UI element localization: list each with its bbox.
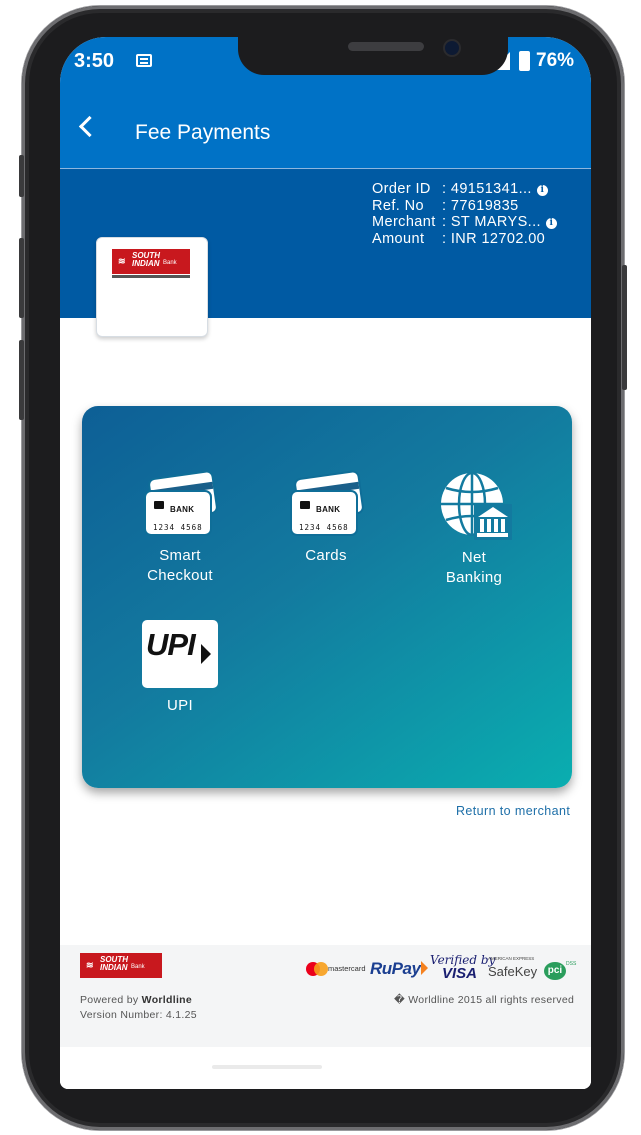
bank-logo-text: INDIAN (100, 963, 128, 972)
south-indian-bank-logo: ≋ SOUTH INDIAN Bank (80, 953, 162, 978)
amex-text: AMERICAN EXPRESS (488, 956, 535, 961)
option-cards[interactable]: BANK 1234 4568 Cards (284, 471, 368, 566)
order-id-value: : 49151341... (442, 181, 532, 197)
powered-prefix: Powered by (80, 994, 142, 1006)
status-time: 3:50 (74, 50, 115, 72)
phone-side-button (19, 340, 24, 420)
card-network-logos: mastercard RuPay Verified by VISA AMERIC… (306, 953, 578, 983)
card-front: BANK 1234 4568 (292, 492, 356, 534)
bank-logo-tagline (112, 275, 190, 278)
merchant-value: : ST MARYS... (442, 214, 541, 230)
ref-no-row: Ref. No : 77619835 (372, 198, 557, 215)
merchant-row: Merchant : ST MARYS... i (372, 214, 557, 231)
amount-value: : INR 12702.00 (442, 230, 546, 247)
card-number-text: 1234 4568 (299, 523, 349, 532)
app-bar: Fee Payments (60, 87, 591, 169)
globe-bank-svg (441, 471, 512, 540)
ref-no-label: Ref. No (372, 197, 424, 214)
option-label: Checkout (147, 567, 213, 584)
battery-icon (519, 51, 530, 71)
option-label: Banking (445, 569, 503, 586)
safekey-text: SafeKey (488, 964, 538, 979)
front-camera (443, 39, 461, 57)
option-upi[interactable]: UPI UPI (140, 620, 220, 716)
return-to-merchant-link[interactable]: Return to merchant (456, 804, 570, 818)
bank-logo-card: ≋ SOUTH INDIAN Bank (96, 237, 208, 337)
bank-card-icon: BANK 1234 4568 (144, 471, 217, 538)
upi-logo-text: UPI (146, 627, 196, 662)
visa-text: VISA (442, 965, 478, 982)
south-indian-bank-logo: ≋ SOUTH INDIAN Bank (112, 249, 190, 278)
rupay-logo: RuPay (370, 959, 429, 979)
copyright-text: � Worldline 2015 all rights reserved (394, 994, 575, 1006)
card-front: BANK 1234 4568 (146, 492, 210, 534)
card-chip (300, 501, 310, 509)
rupay-mark (421, 961, 429, 975)
payment-options-card: BANK 1234 4568 Smart Checkout BANK 1234 … (82, 406, 572, 788)
home-indicator[interactable] (212, 1065, 322, 1069)
battery-percentage: 76% (536, 50, 575, 71)
mastercard-logo (306, 962, 328, 976)
info-icon[interactable]: i (536, 185, 548, 196)
powered-brand: Worldline (141, 994, 193, 1006)
phone-side-button (19, 155, 24, 197)
version-number: Version Number: 4.1.25 (80, 1009, 197, 1021)
option-label: Cards (305, 547, 347, 564)
pci-dss-logo: pci (544, 962, 566, 980)
back-arrow-icon[interactable] (78, 115, 101, 138)
pci-dss-text: DSS (566, 961, 577, 967)
phone-power-button (622, 265, 627, 390)
option-smart-checkout[interactable]: BANK 1234 4568 Smart Checkout (138, 471, 222, 586)
powered-by-text: Powered by Worldline Version Number: 4.1… (80, 993, 250, 1023)
card-chip (154, 501, 164, 509)
option-label: UPI (167, 697, 193, 714)
globe-bank-icon (436, 471, 512, 540)
bank-logo-mark: ≋ (86, 960, 94, 970)
footer: ≋ SOUTH INDIAN Bank mastercard RuPay Ver… (60, 945, 591, 1047)
bank-card-icon: BANK 1234 4568 (290, 471, 363, 538)
upi-logo: UPI (142, 620, 218, 688)
bank-logo-text: Bank (131, 964, 145, 970)
bank-logo-text: INDIAN (132, 259, 160, 268)
option-label: Smart (159, 547, 201, 564)
amount-label: Amount (372, 230, 425, 247)
info-icon[interactable]: i (545, 218, 557, 229)
upi-logo-arrow (201, 644, 211, 664)
phone-side-button (19, 238, 24, 318)
rupay-text: Ru (370, 959, 392, 978)
mastercard-text: mastercard (328, 964, 366, 973)
order-details: Order ID : 49151341... i Ref. No : 77619835… (372, 181, 557, 247)
page-title: Fee Payments (135, 121, 271, 144)
rupay-text: Pay (391, 959, 421, 978)
card-number-text: 1234 4568 (153, 523, 203, 532)
camera-notch (238, 37, 508, 75)
card-bank-text: BANK (170, 505, 195, 514)
message-icon (136, 54, 152, 67)
option-net-banking[interactable]: Net Banking (434, 471, 514, 588)
card-bank-text: BANK (316, 505, 341, 514)
speaker-grille (348, 42, 424, 51)
order-id-label: Order ID (372, 181, 431, 197)
merchant-label: Merchant (372, 214, 436, 230)
option-label: Net (461, 549, 487, 566)
amount-row: Amount : INR 12702.00 (372, 231, 557, 248)
verified-by-visa-logo: Verified by VISA (430, 953, 495, 981)
bank-logo-mark: ≋ (118, 256, 126, 266)
order-id-row: Order ID : 49151341... i (372, 181, 557, 198)
ref-no-value: : 77619835 (442, 197, 519, 214)
navigation-bar (60, 1047, 591, 1089)
bank-logo-text: Bank (163, 260, 177, 266)
phone-screen: 3:50 76% Fee Payments Order ID : 49151341… (60, 37, 591, 1089)
